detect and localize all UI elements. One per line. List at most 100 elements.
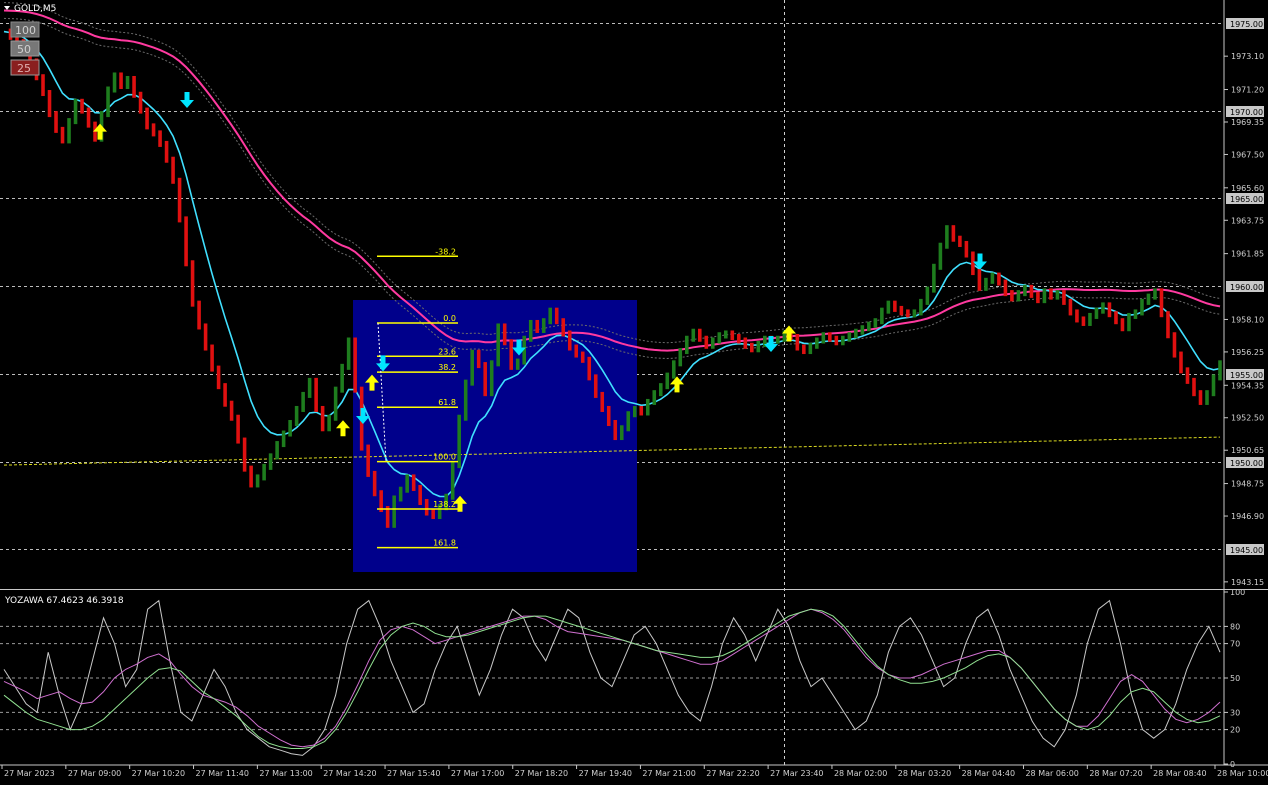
price-bar[interactable] (294, 405, 299, 427)
price-bar[interactable] (834, 335, 839, 346)
price-bar[interactable] (496, 323, 500, 367)
price-bar[interactable] (756, 341, 761, 353)
price-bar[interactable] (236, 414, 240, 444)
gold-m5-chart[interactable]: -38.2 0.0 23.6 38.2 61.8 100.0 138.2 161.8 100 8… (0, 0, 1268, 781)
price-bar[interactable] (424, 498, 429, 516)
price-bar[interactable] (1159, 288, 1164, 318)
price-bar[interactable] (288, 420, 292, 437)
price-bar[interactable] (613, 420, 618, 441)
price-bar[interactable] (249, 465, 253, 488)
price-bar[interactable] (535, 319, 540, 333)
price-bar[interactable] (151, 123, 156, 137)
price-bar[interactable] (899, 305, 904, 316)
price-bar[interactable] (906, 309, 910, 318)
price-bar[interactable] (483, 362, 487, 397)
price-bar[interactable] (600, 391, 605, 412)
price-bar[interactable] (242, 437, 247, 472)
price-bar[interactable] (886, 300, 891, 314)
price-bar[interactable] (47, 90, 52, 118)
price-bar[interactable] (255, 474, 260, 488)
price-bar[interactable] (567, 330, 572, 351)
zoom-button-50[interactable]: 50 (10, 40, 40, 57)
price-bar[interactable] (665, 372, 670, 390)
price-bar[interactable] (815, 337, 819, 349)
price-bar[interactable] (574, 344, 579, 358)
price-bar[interactable] (743, 337, 748, 349)
price-bar[interactable] (1218, 360, 1222, 381)
price-bar[interactable] (145, 107, 149, 130)
price-bar[interactable] (795, 334, 800, 351)
price-bar[interactable] (1192, 377, 1196, 397)
price-bar[interactable] (1127, 312, 1131, 332)
price-bar[interactable] (1107, 302, 1112, 318)
price-bar[interactable] (997, 272, 1001, 286)
price-bar[interactable] (1094, 307, 1099, 319)
price-bar[interactable] (964, 240, 969, 258)
zoom-button-100[interactable]: 100 (10, 21, 40, 38)
price-bar[interactable] (470, 349, 474, 386)
zoom-button-25[interactable]: 25 (10, 59, 40, 76)
price-bar[interactable] (847, 332, 852, 342)
price-bar[interactable] (652, 390, 657, 405)
price-bar[interactable] (880, 307, 884, 325)
price-bar[interactable] (366, 444, 370, 477)
price-bar[interactable] (327, 414, 331, 432)
price-bar[interactable] (1049, 288, 1053, 300)
price-bar[interactable] (262, 463, 266, 481)
price-bar[interactable] (1185, 367, 1190, 384)
price-bar[interactable] (1042, 288, 1047, 304)
price-bar[interactable] (1166, 311, 1170, 339)
price-bar[interactable] (626, 411, 631, 432)
price-bar[interactable] (1062, 290, 1066, 305)
price-bar[interactable] (229, 400, 234, 421)
price-bar[interactable] (593, 374, 598, 398)
price-bar[interactable] (314, 377, 318, 412)
price-bar[interactable] (1075, 309, 1079, 323)
price-bar[interactable] (405, 474, 409, 493)
price-bar[interactable] (658, 383, 663, 397)
price-bar[interactable] (958, 235, 962, 247)
price-bar[interactable] (867, 321, 871, 332)
price-bar[interactable] (587, 356, 592, 381)
price-bar[interactable] (197, 300, 201, 330)
price-bar[interactable] (854, 328, 858, 339)
price-bar[interactable] (132, 75, 136, 98)
price-bar[interactable] (730, 330, 735, 341)
price-bar[interactable] (171, 156, 175, 184)
price-bar[interactable] (418, 484, 422, 505)
price-bar[interactable] (1036, 291, 1040, 304)
price-bar[interactable] (1101, 302, 1105, 314)
price-bar[interactable] (307, 377, 312, 398)
price-bar[interactable] (1133, 309, 1138, 319)
price-bar[interactable] (938, 242, 943, 270)
price-bar[interactable] (301, 391, 305, 412)
price-bar[interactable] (925, 286, 930, 305)
price-bar[interactable] (463, 379, 468, 421)
price-bar[interactable] (1029, 284, 1034, 298)
price-bar[interactable] (41, 74, 45, 97)
price-bar[interactable] (333, 386, 338, 421)
price-bar[interactable] (502, 323, 507, 346)
price-bar[interactable] (80, 98, 84, 114)
price-bar[interactable] (717, 332, 722, 344)
price-bar[interactable] (1023, 284, 1027, 297)
price-bar[interactable] (1172, 332, 1177, 358)
price-bar[interactable] (210, 344, 214, 372)
price-bar[interactable] (125, 75, 130, 90)
price-bar[interactable] (1010, 290, 1014, 302)
price-bar[interactable] (580, 351, 585, 363)
price-bar[interactable] (724, 330, 728, 339)
price-bar[interactable] (353, 337, 357, 393)
price-bar[interactable] (398, 486, 403, 502)
price-bar[interactable] (268, 453, 273, 470)
price-bar[interactable] (489, 360, 494, 397)
price-bar[interactable] (541, 318, 546, 333)
price-bar[interactable] (1120, 318, 1125, 332)
price-bar[interactable] (776, 335, 780, 344)
price-bar[interactable] (340, 363, 344, 393)
price-bar[interactable] (645, 398, 650, 416)
price-bar[interactable] (106, 86, 110, 118)
price-bar[interactable] (619, 425, 624, 441)
price-bar[interactable] (984, 277, 988, 291)
price-bar[interactable] (548, 307, 553, 325)
